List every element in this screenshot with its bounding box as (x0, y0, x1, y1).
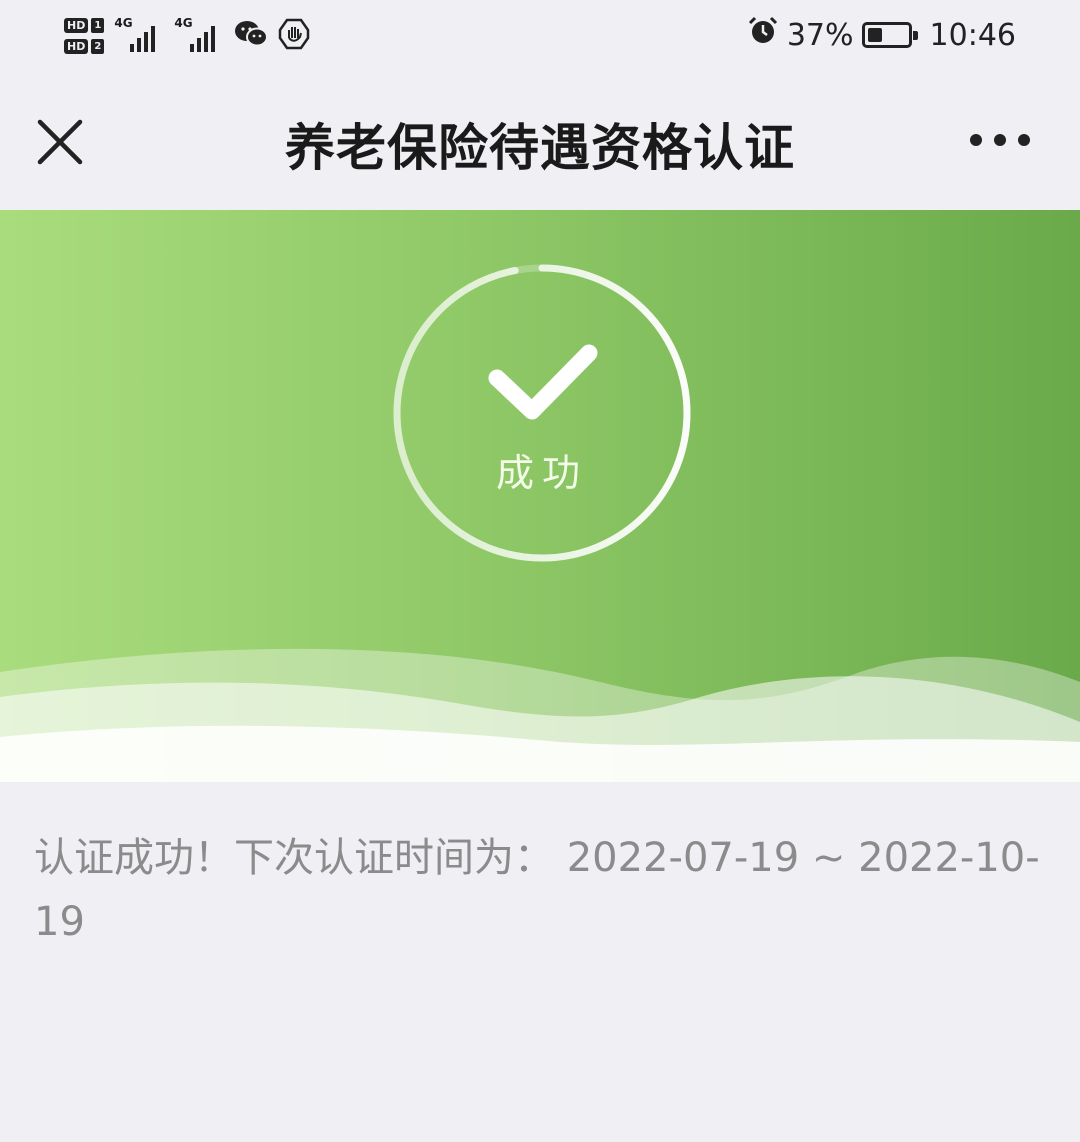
hd-badge: HD (64, 18, 89, 33)
sim-2: HD 2 (64, 39, 105, 54)
sim-number: 2 (91, 39, 105, 54)
status-right: 37% 10:46 (747, 12, 1016, 58)
ring-progress (393, 264, 691, 562)
alarm-icon (747, 15, 779, 55)
sim-indicators: HD 1 HD 2 (64, 18, 105, 54)
nav-bar: 养老保险待遇资格认证 (0, 72, 1080, 210)
wave-decoration (0, 648, 1080, 782)
next-verification-message: 认证成功！下次认证时间为： 2022-07-19 ~ 2022-10-19 (34, 835, 1040, 945)
more-icon (1018, 134, 1030, 146)
success-banner: 成功 (0, 210, 1080, 782)
signal-bars-icon (190, 26, 216, 52)
progress-ring (393, 264, 691, 562)
status-left: HD 1 HD 2 4G 4G (64, 8, 310, 64)
checkmark-icon (488, 344, 598, 420)
hand-shield-icon (278, 18, 310, 54)
signal-2: 4G (174, 16, 224, 56)
more-icon (970, 134, 982, 146)
signal-1: 4G (114, 16, 164, 56)
signal-bars-icon (130, 26, 156, 52)
more-button[interactable] (970, 128, 1030, 152)
page-title: 养老保险待遇资格认证 (285, 119, 795, 177)
battery-percent: 37% (786, 17, 854, 53)
battery-icon (861, 22, 918, 48)
success-label: 成功 (495, 451, 588, 495)
hd-badge: HD (64, 39, 89, 54)
status-bar: HD 1 HD 2 4G 4G 37% 10:46 (0, 0, 1080, 72)
wechat-icon (234, 20, 269, 52)
battery-fill (867, 28, 882, 42)
sim-1: HD 1 (64, 18, 105, 33)
more-icon (994, 134, 1006, 146)
sim-number: 1 (91, 18, 105, 33)
clock: 10:46 (929, 17, 1016, 53)
